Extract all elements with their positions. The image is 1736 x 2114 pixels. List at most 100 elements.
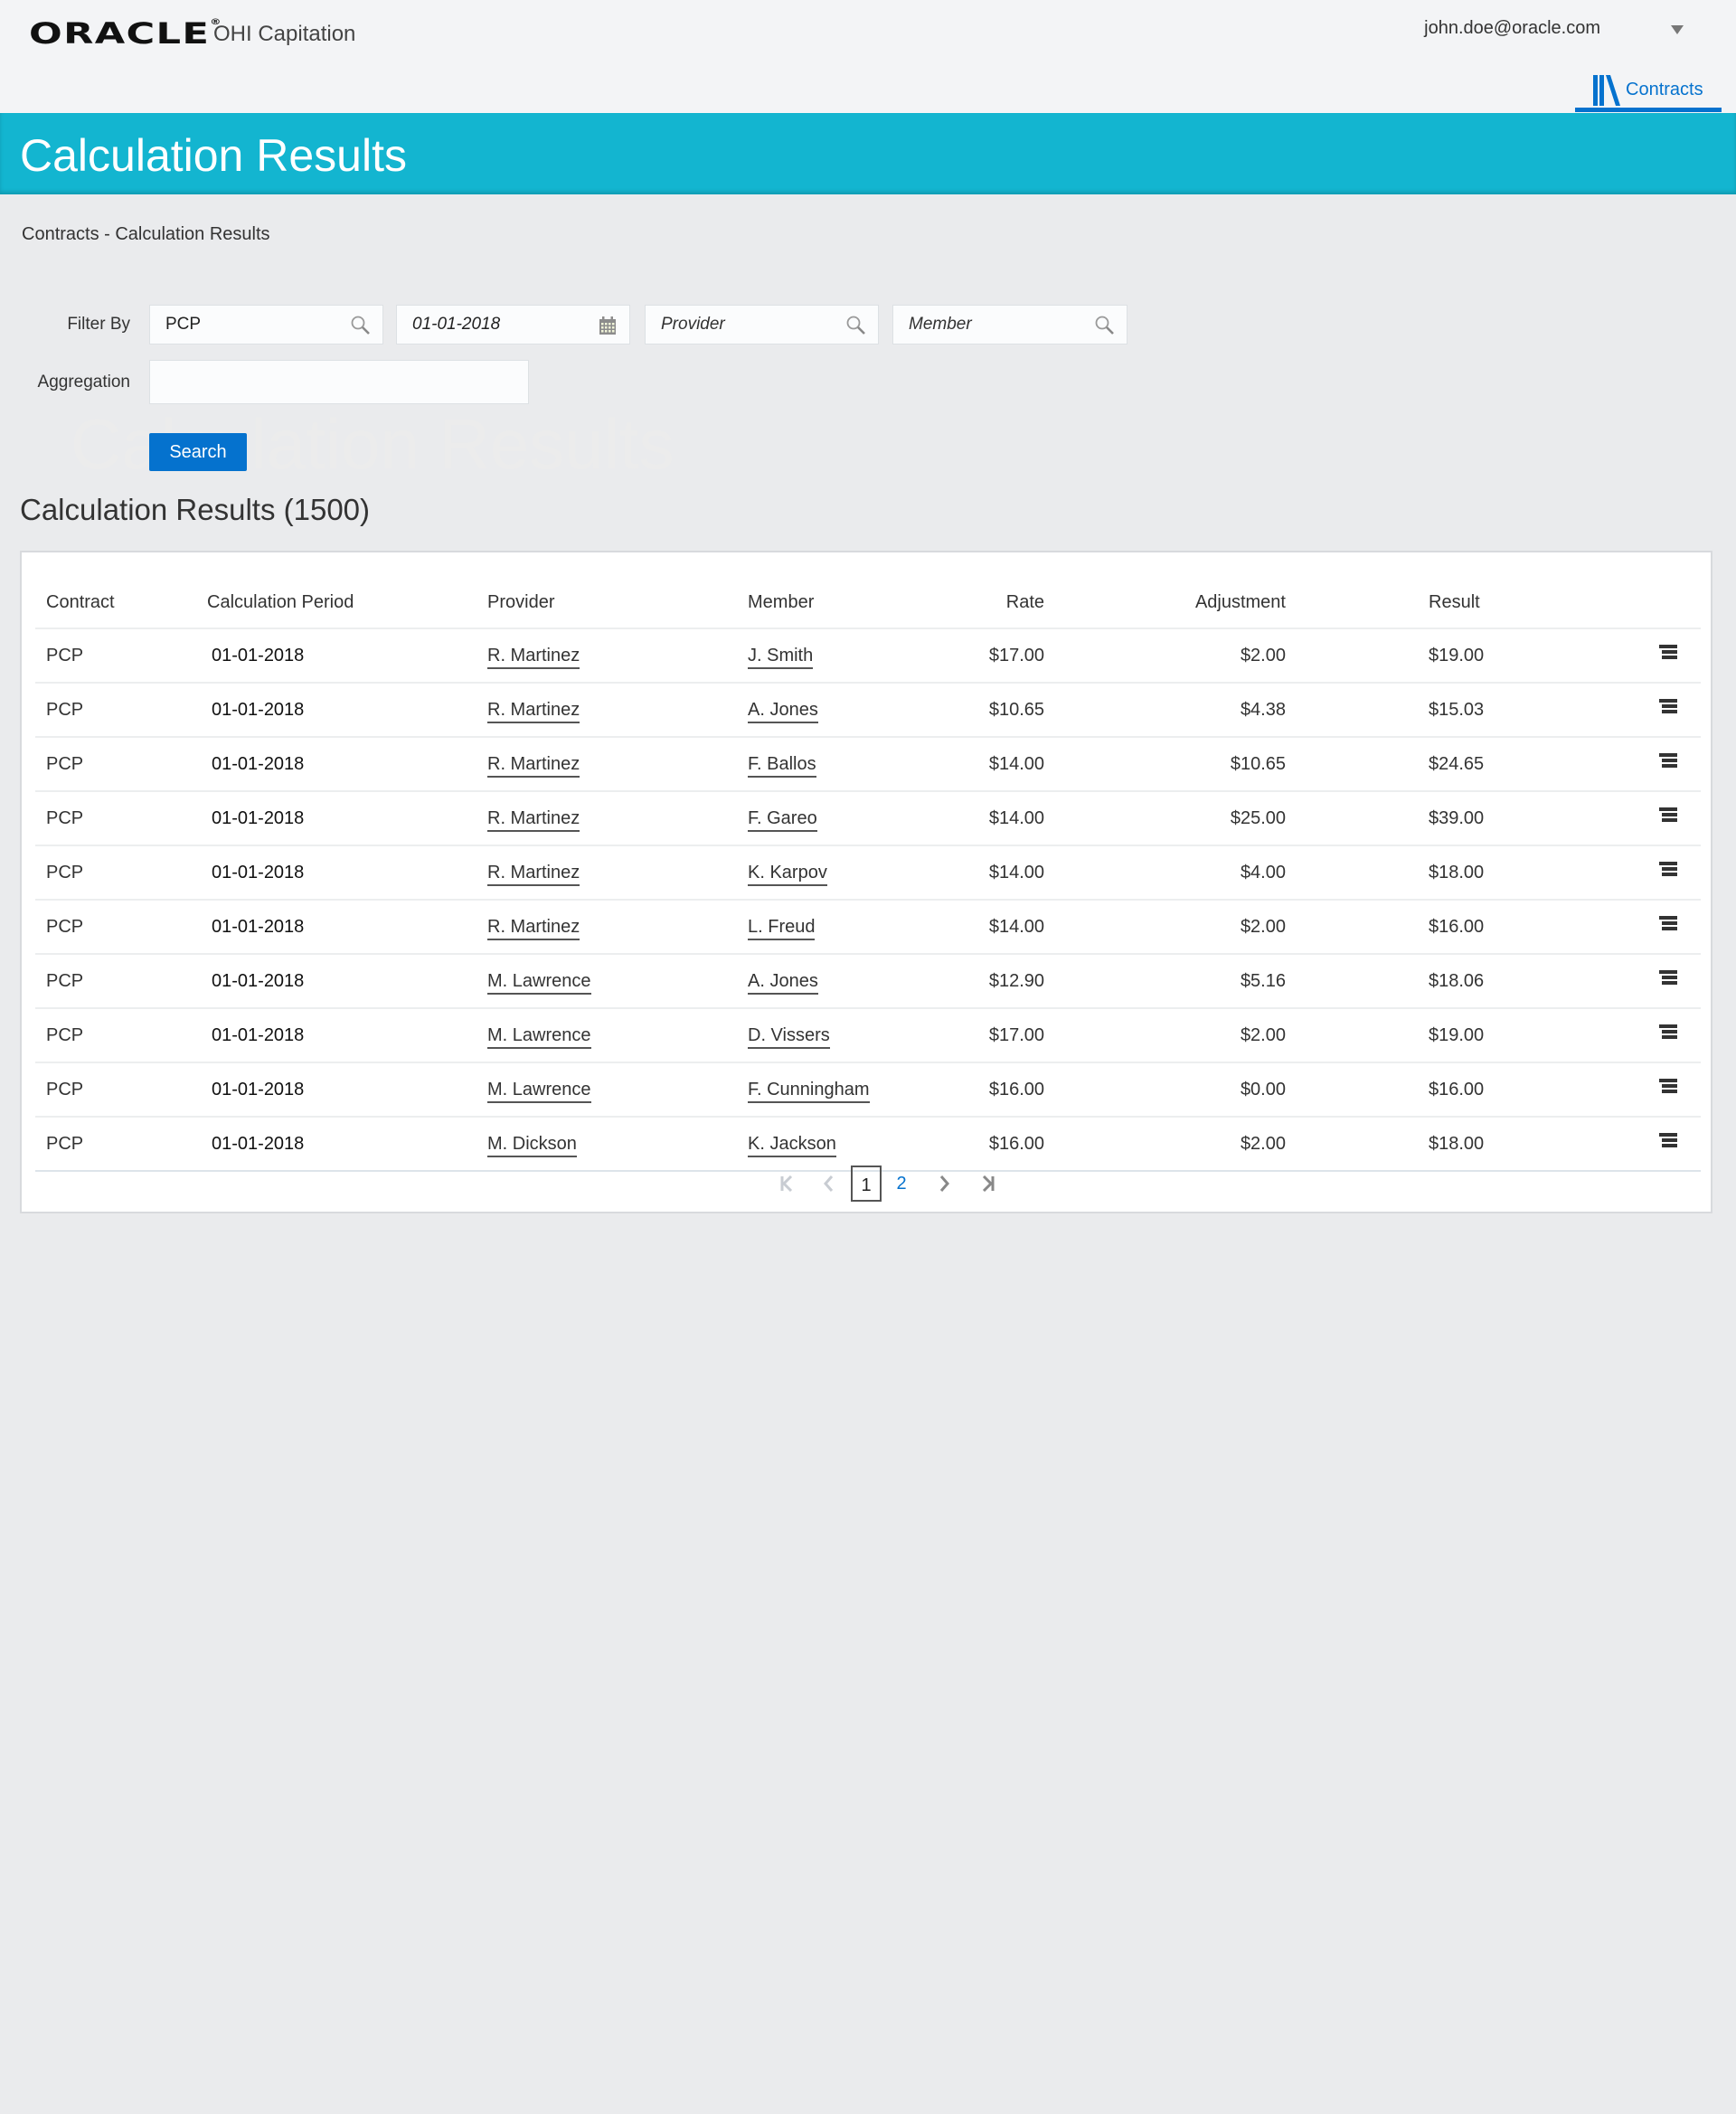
row-menu-icon[interactable] [1659,916,1677,932]
cell-calculation-period: 01-01-2018 [207,737,487,792]
table-body: PCP 01-01-2018 R. Martinez J. Smith $17.00 $2… [35,628,1701,1172]
first-page-icon[interactable] [778,1166,796,1202]
search-icon[interactable] [350,315,372,336]
table-row[interactable]: PCP 01-01-2018 R. Martinez J. Smith $17.00 $2… [35,628,1701,684]
member-link[interactable]: F. Gareo [748,807,817,832]
cell-rate: $17.00 [918,1008,1044,1063]
member-link[interactable]: L. Freud [748,916,816,940]
aggregation-field [149,360,529,404]
member-link[interactable]: J. Smith [748,645,814,669]
caret-down-icon[interactable] [1671,25,1684,34]
page-2-button[interactable]: 2 [888,1166,915,1202]
cell-contract: PCP [35,1117,207,1172]
member-link[interactable]: K. Jackson [748,1133,836,1157]
provider-link[interactable]: R. Martinez [487,807,580,832]
nav-tab-contracts[interactable]: Contracts [1575,72,1722,112]
cell-adjustment: $4.38 [1044,683,1286,738]
column-header-result[interactable]: Result [1286,578,1485,629]
cell-member: K. Karpov [748,845,918,901]
next-page-icon[interactable] [936,1166,954,1202]
table-row[interactable]: PCP 01-01-2018 R. Martinez F. Gareo $14.00 $2… [35,791,1701,846]
column-header-contract[interactable]: Contract [35,578,207,629]
provider-link[interactable]: M. Lawrence [487,1024,591,1049]
aggregation-input[interactable] [150,361,528,403]
row-menu-icon[interactable] [1659,862,1677,878]
cell-actions [1485,845,1701,901]
page-title: Calculation Results [20,130,407,181]
cell-calculation-period: 01-01-2018 [207,845,487,901]
cell-member: A. Jones [748,683,918,738]
row-menu-icon[interactable] [1659,1133,1677,1149]
contract-filter-input[interactable] [150,306,382,344]
member-filter [892,305,1127,344]
period-filter [396,305,630,344]
member-link[interactable]: F. Cunningham [748,1079,870,1103]
provider-link[interactable]: R. Martinez [487,862,580,886]
row-menu-icon[interactable] [1659,1024,1677,1041]
cell-adjustment: $10.65 [1044,737,1286,792]
row-menu-icon[interactable] [1659,699,1677,715]
cell-member: A. Jones [748,954,918,1009]
table-row[interactable]: PCP 01-01-2018 R. Martinez A. Jones $10.65 $4… [35,683,1701,738]
member-filter-input[interactable] [893,306,1127,344]
provider-link[interactable]: R. Martinez [487,916,580,940]
table-row[interactable]: PCP 01-01-2018 R. Martinez L. Freud $14.00 $2… [35,900,1701,955]
table-row[interactable]: PCP 01-01-2018 R. Martinez K. Karpov $14.00 $… [35,845,1701,901]
row-menu-icon[interactable] [1659,970,1677,986]
provider-link[interactable]: M. Lawrence [487,1079,591,1103]
column-header-rate[interactable]: Rate [918,578,1044,629]
provider-filter-input[interactable] [646,306,878,344]
table-row[interactable]: PCP 01-01-2018 M. Lawrence D. Vissers $17.00… [35,1008,1701,1063]
filter-by-label: Filter By [67,315,130,334]
member-link[interactable]: D. Vissers [748,1024,830,1049]
table-row[interactable]: PCP 01-01-2018 M. Lawrence F. Cunningham $16… [35,1062,1701,1118]
cell-provider: R. Martinez [487,791,748,846]
provider-link[interactable]: R. Martinez [487,645,580,669]
cell-calculation-period: 01-01-2018 [207,1008,487,1063]
column-header-member[interactable]: Member [748,578,918,629]
calendar-icon[interactable] [597,315,618,336]
column-header-adjustment[interactable]: Adjustment [1044,578,1286,629]
row-menu-icon[interactable] [1659,645,1677,661]
provider-link[interactable]: M. Dickson [487,1133,577,1157]
cell-contract: PCP [35,900,207,955]
breadcrumb: Contracts - Calculation Results [22,224,270,244]
row-menu-icon[interactable] [1659,1079,1677,1095]
cell-rate: $12.90 [918,954,1044,1009]
last-page-icon[interactable] [979,1166,997,1202]
search-icon[interactable] [845,315,867,336]
provider-link[interactable]: R. Martinez [487,753,580,778]
period-date-input[interactable] [397,306,629,344]
column-header-calculation-period[interactable]: Calculation Period [207,578,487,629]
cell-rate: $17.00 [918,628,1044,684]
provider-link[interactable]: M. Lawrence [487,970,591,995]
cell-result: $24.65 [1286,737,1485,792]
provider-link[interactable]: R. Martinez [487,699,580,723]
prev-page-icon[interactable] [819,1166,837,1202]
cell-actions [1485,954,1701,1009]
active-tab-indicator [1575,108,1722,112]
cell-contract: PCP [35,845,207,901]
column-header-provider[interactable]: Provider [487,578,748,629]
contract-filter [149,305,383,344]
member-link[interactable]: A. Jones [748,970,818,995]
table-row[interactable]: PCP 01-01-2018 M. Lawrence A. Jones $12.90 $5… [35,954,1701,1009]
table-row[interactable]: PCP 01-01-2018 R. Martinez F. Ballos $14.00 $… [35,737,1701,792]
page-1-button[interactable]: 1 [851,1166,882,1202]
member-link[interactable]: A. Jones [748,699,818,723]
results-title: Calculation Results (1500) [20,493,371,526]
books-icon [1593,75,1620,106]
table-row[interactable]: PCP 01-01-2018 M. Dickson K. Jackson $16.00 $… [35,1117,1701,1172]
cell-adjustment: $2.00 [1044,1117,1286,1172]
row-menu-icon[interactable] [1659,753,1677,769]
search-icon[interactable] [1094,315,1116,336]
member-link[interactable]: K. Karpov [748,862,827,886]
member-link[interactable]: F. Ballos [748,753,816,778]
user-menu[interactable]: john.doe@oracle.com [1424,18,1600,39]
row-menu-icon[interactable] [1659,807,1677,824]
cell-result: $18.06 [1286,954,1485,1009]
cell-actions [1485,1117,1701,1172]
search-button[interactable]: Search [149,433,247,471]
cell-actions [1485,900,1701,955]
cell-contract: PCP [35,954,207,1009]
